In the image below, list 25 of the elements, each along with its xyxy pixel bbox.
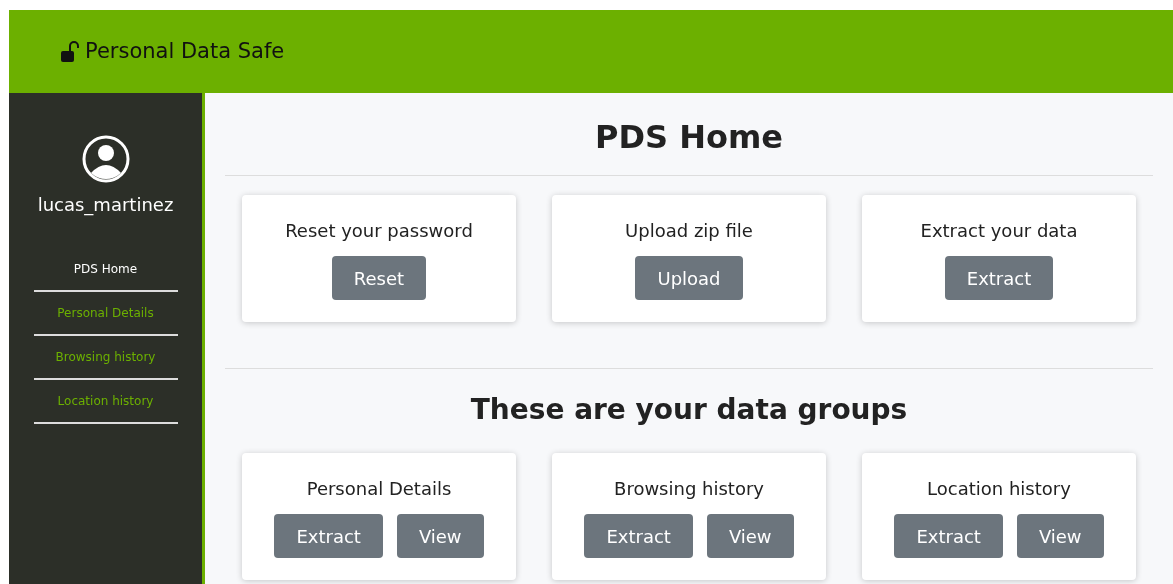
page-title: PDS Home [225, 93, 1153, 176]
action-button[interactable]: Extract [584, 514, 693, 558]
unlocked-padlock-icon [61, 40, 79, 63]
user-avatar-icon [81, 135, 130, 183]
sidebar-link[interactable]: Location history [33, 380, 178, 424]
card-title: Personal Details [306, 477, 452, 501]
card-title: Extract your data [920, 219, 1078, 243]
action-button[interactable]: View [396, 514, 484, 558]
card-title: Reset your password [285, 219, 473, 243]
action-button[interactable]: Extract [944, 256, 1054, 300]
action-button[interactable]: View [1016, 514, 1104, 558]
section-title: These are your data groups [469, 392, 909, 428]
sidebar-link[interactable]: PDS Home [33, 248, 178, 292]
card-title: Location history [927, 477, 1071, 501]
card-title: Browsing history [614, 477, 764, 501]
action-button[interactable]: Upload [635, 256, 743, 300]
action-button[interactable]: Extract [894, 514, 1003, 558]
card-title: Upload zip file [625, 219, 753, 243]
action-button[interactable]: Reset [331, 256, 427, 300]
action-button[interactable]: View [706, 514, 794, 558]
action-button[interactable]: Extract [274, 514, 383, 558]
sidebar-link[interactable]: Personal Details [33, 292, 178, 336]
app-title: Personal Data Safe [85, 37, 285, 65]
sidebar-link[interactable]: Browsing history [33, 336, 178, 380]
username: lucas_martinez [37, 193, 174, 218]
